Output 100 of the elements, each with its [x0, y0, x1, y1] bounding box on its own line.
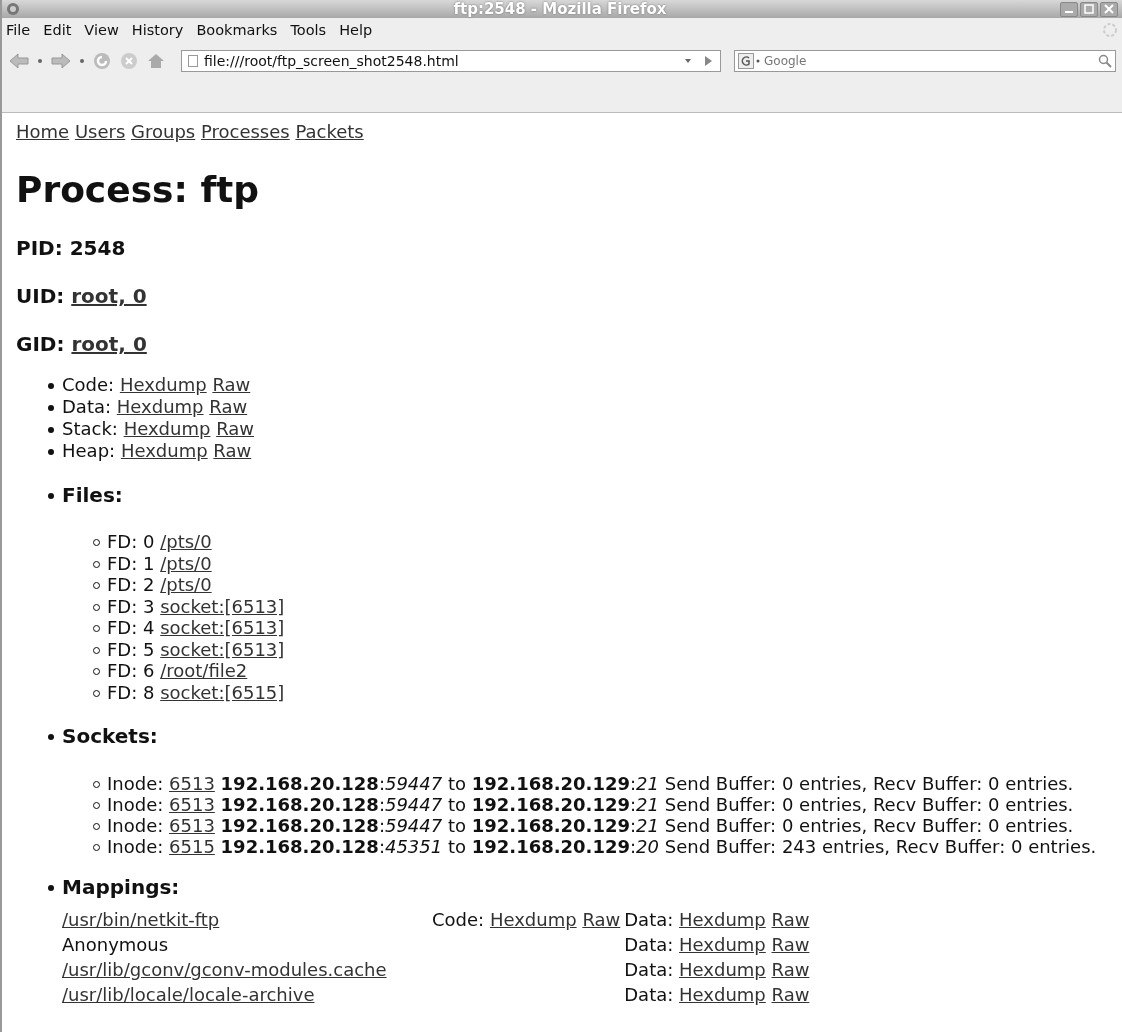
- fd-label: FD: 0: [107, 531, 155, 552]
- dump-link[interactable]: Raw: [209, 396, 248, 417]
- file-link[interactable]: socket:[6513]: [160, 595, 285, 617]
- window-title: ftp:2548 - Mozilla Firefox: [452, 0, 668, 18]
- segment-label: Code:: [62, 374, 115, 395]
- close-icon: [1104, 4, 1114, 14]
- mapping-link[interactable]: /usr/bin/netkit-ftp: [62, 909, 220, 930]
- close-button[interactable]: [1100, 1, 1118, 17]
- nav-link[interactable]: Users: [74, 121, 126, 142]
- dump-link[interactable]: Raw: [216, 418, 254, 439]
- dump-link[interactable]: Raw: [771, 959, 810, 980]
- gid-label: GID:: [16, 332, 65, 356]
- bullet-icon: [48, 734, 54, 740]
- reload-icon[interactable]: [92, 51, 112, 71]
- inode-link[interactable]: 6513: [169, 815, 215, 836]
- fd-label: FD: 3: [107, 595, 155, 617]
- dump-link[interactable]: Hexdump: [679, 934, 766, 955]
- nav-link[interactable]: Home: [16, 121, 70, 142]
- bullet-icon: [48, 885, 54, 891]
- inode-link[interactable]: 6513: [169, 773, 215, 794]
- search-field[interactable]: Google: [734, 50, 1116, 72]
- search-icon[interactable]: [1098, 54, 1112, 68]
- dump-link[interactable]: Raw: [771, 934, 810, 955]
- dump-link[interactable]: Hexdump: [679, 984, 766, 1005]
- inode-link[interactable]: 6513: [169, 794, 215, 815]
- dump-link[interactable]: Raw: [582, 909, 621, 930]
- socket-description: 192.168.20.128:59447 to 192.168.20.129:21 Send Buffer: 0 entries, Recv Buffer: 0 entries.: [220, 794, 1074, 815]
- file-link[interactable]: /pts/0: [160, 574, 212, 595]
- bullet-icon: [48, 449, 54, 455]
- activity-throbber-icon: [1102, 22, 1118, 38]
- segment-label: Heap:: [62, 440, 116, 461]
- menu-item[interactable]: History: [131, 22, 184, 38]
- segment-label: Data:: [624, 934, 674, 955]
- menu-item[interactable]: Tools: [290, 22, 327, 38]
- dump-link[interactable]: Hexdump: [489, 909, 577, 930]
- inode-link[interactable]: 6515: [169, 836, 215, 857]
- address-field[interactable]: file:///root/ftp_screen_shot2548.html: [181, 50, 721, 72]
- user-link[interactable]: root, 0: [71, 284, 147, 308]
- inode-label: Inode:: [107, 794, 164, 815]
- nav-link[interactable]: Processes: [200, 121, 290, 142]
- mapping-link[interactable]: /usr/lib/locale/locale-archive: [62, 984, 315, 1005]
- socket-description: 192.168.20.128:59447 to 192.168.20.129:21 Send Buffer: 0 entries, Recv Buffer: 0 entries.: [220, 815, 1074, 836]
- nav-link[interactable]: Packets: [295, 121, 364, 142]
- fd-label: FD: 4: [107, 617, 155, 638]
- file-link[interactable]: socket:[6515]: [160, 681, 285, 703]
- dump-link[interactable]: Raw: [771, 984, 810, 1005]
- dump-link[interactable]: Hexdump: [120, 440, 208, 461]
- file-link[interactable]: socket:[6513]: [160, 617, 285, 638]
- minimize-button[interactable]: [1060, 1, 1078, 17]
- home-icon[interactable]: [146, 51, 166, 71]
- segment-label: Code:: [432, 909, 485, 930]
- inode-label: Inode:: [107, 815, 164, 836]
- dump-link[interactable]: Hexdump: [679, 959, 766, 980]
- menu-item[interactable]: File: [6, 22, 31, 38]
- file-link[interactable]: /pts/0: [160, 531, 212, 552]
- fd-label: FD: 1: [107, 552, 155, 574]
- search-engine-icon[interactable]: [738, 53, 762, 69]
- pid-text: PID: 2548: [16, 236, 127, 260]
- dump-link[interactable]: Hexdump: [119, 374, 207, 395]
- file-link[interactable]: socket:[6513]: [160, 638, 285, 660]
- menu-item[interactable]: Bookmarks: [196, 22, 278, 38]
- minimize-icon: [1065, 11, 1073, 13]
- menu-item[interactable]: Help: [339, 22, 373, 38]
- segment-label: Data:: [624, 959, 674, 980]
- back-icon[interactable]: [8, 51, 30, 71]
- nav-link[interactable]: Groups: [131, 121, 196, 142]
- segment-label: Data:: [624, 909, 674, 930]
- bullet-icon: [48, 383, 54, 389]
- forward-icon[interactable]: [50, 51, 72, 71]
- inode-label: Inode:: [107, 836, 164, 857]
- fd-label: FD: 6: [107, 660, 155, 681]
- dump-link[interactable]: Raw: [213, 440, 252, 461]
- dump-link[interactable]: Hexdump: [123, 418, 211, 439]
- segment-label: Data:: [624, 984, 674, 1005]
- menu-item[interactable]: View: [84, 22, 119, 38]
- dump-link[interactable]: Raw: [771, 909, 810, 930]
- section-heading: Mappings:: [62, 875, 180, 899]
- page-heading: Process: ftp: [16, 170, 261, 210]
- fd-label: FD: 8: [107, 681, 155, 703]
- mapping-link[interactable]: /usr/lib/gconv/gconv-modules.cache: [62, 959, 387, 980]
- dump-link[interactable]: Raw: [212, 374, 251, 395]
- menu-item[interactable]: Edit: [43, 22, 72, 38]
- file-link[interactable]: /root/file2: [160, 660, 248, 681]
- section-heading: Sockets:: [62, 724, 158, 748]
- socket-description: 192.168.20.128:59447 to 192.168.20.129:21 Send Buffer: 0 entries, Recv Buffer: 0 entries.: [220, 773, 1074, 794]
- bullet-icon: [48, 405, 54, 411]
- file-link[interactable]: /pts/0: [160, 552, 212, 574]
- segment-label: Data:: [62, 396, 112, 417]
- mapping-name: Anonymous: [62, 934, 169, 955]
- dump-link[interactable]: Hexdump: [116, 396, 204, 417]
- app-icon: [6, 2, 20, 16]
- fd-label: FD: 5: [107, 638, 155, 660]
- dump-link[interactable]: Hexdump: [679, 909, 766, 930]
- inode-label: Inode:: [107, 773, 164, 794]
- maximize-button[interactable]: [1080, 1, 1098, 17]
- bullet-icon: [48, 427, 54, 433]
- group-link[interactable]: root, 0: [71, 332, 147, 356]
- fd-label: FD: 2: [107, 574, 155, 595]
- maximize-icon: [1084, 4, 1094, 14]
- page-icon: [188, 55, 198, 67]
